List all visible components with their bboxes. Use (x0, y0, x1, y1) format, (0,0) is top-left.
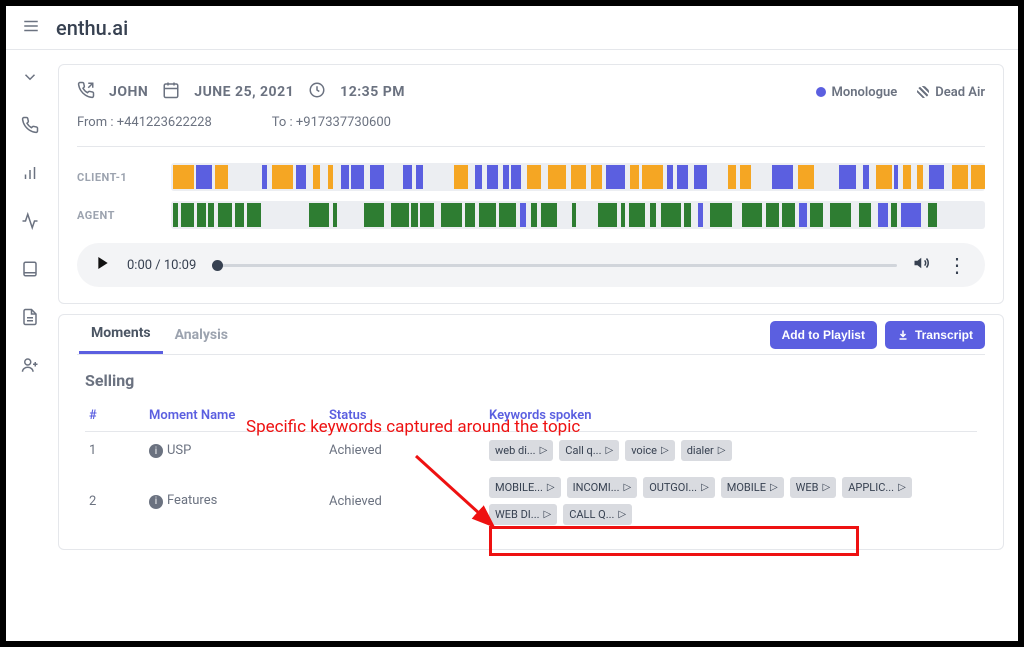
play-icon: ▷ (540, 445, 548, 456)
keyword-chip[interactable]: APPLIC...▷ (842, 477, 912, 498)
tab-moments[interactable]: Moments (79, 315, 163, 354)
legend-monologue: Monologue (816, 85, 898, 100)
keyword-chip[interactable]: voice▷ (625, 440, 675, 461)
bar-chart-icon[interactable] (21, 164, 39, 186)
keyword-chip[interactable]: Call q...▷ (559, 440, 619, 461)
play-icon: ▷ (618, 509, 626, 520)
track-client-label: CLIENT-1 (77, 171, 157, 184)
play-icon: ▷ (547, 482, 555, 493)
hamburger-icon[interactable] (22, 17, 40, 39)
play-icon: ▷ (898, 482, 906, 493)
legend-deadair: Dead Air (917, 85, 985, 100)
more-icon[interactable]: ⋮ (947, 255, 967, 275)
volume-icon[interactable] (913, 254, 931, 276)
keyword-chip[interactable]: CALL Q...▷ (563, 504, 632, 525)
brand-title: enthu.ai (56, 16, 128, 40)
annotation-arrow (406, 446, 506, 536)
keyword-chip[interactable]: WEB▷ (790, 477, 837, 498)
calendar-icon (162, 81, 180, 103)
table-row: 2iFeaturesAchievedMOBILE...▷INCOMI...▷OU… (85, 469, 977, 533)
phone-icon[interactable] (21, 116, 39, 138)
clock-icon (308, 81, 326, 103)
sidebar (6, 50, 54, 641)
track-client[interactable] (171, 163, 985, 191)
play-icon: ▷ (770, 482, 778, 493)
audio-time: 0:00 / 10:09 (127, 258, 196, 273)
keyword-chip[interactable]: OUTGOI...▷ (643, 477, 715, 498)
play-icon: ▷ (623, 482, 631, 493)
call-time: 12:35 PM (340, 84, 405, 100)
caller-name: JOHN (109, 84, 148, 100)
annotation-highlight (489, 526, 859, 556)
play-icon[interactable] (95, 255, 111, 275)
annotation-text: Specific keywords captured around the to… (246, 416, 616, 438)
activity-icon[interactable] (21, 212, 39, 234)
track-agent[interactable] (171, 201, 985, 229)
info-icon[interactable]: i (149, 495, 163, 509)
phone-out-icon (77, 81, 95, 103)
play-icon: ▷ (661, 445, 669, 456)
play-icon: ▷ (605, 445, 613, 456)
call-date: JUNE 25, 2021 (194, 84, 294, 100)
keyword-chip[interactable]: dialer▷ (681, 440, 732, 461)
info-icon[interactable]: i (149, 444, 163, 458)
play-icon: ▷ (544, 509, 552, 520)
play-icon: ▷ (823, 482, 831, 493)
keyword-chip[interactable]: MOBILE▷ (721, 477, 784, 498)
audio-seek[interactable] (212, 264, 897, 267)
from-number: From : +441223622228 (77, 115, 212, 130)
book-icon[interactable] (21, 260, 39, 282)
play-icon: ▷ (701, 482, 709, 493)
chevron-down-icon[interactable] (21, 68, 39, 90)
audio-player: 0:00 / 10:09 ⋮ (77, 243, 985, 287)
to-number: To : +917337730600 (272, 115, 391, 130)
play-icon: ▷ (718, 445, 726, 456)
call-summary-card: JOHN JUNE 25, 2021 12:35 PM Monologue De… (58, 64, 1004, 304)
track-agent-label: AGENT (77, 209, 157, 222)
tab-analysis[interactable]: Analysis (163, 317, 240, 353)
add-to-playlist-button[interactable]: Add to Playlist (770, 321, 877, 349)
keyword-chip[interactable]: INCOMI...▷ (567, 477, 638, 498)
file-icon[interactable] (21, 308, 39, 330)
transcript-button[interactable]: Transcript (885, 321, 985, 349)
users-icon[interactable] (21, 356, 39, 378)
section-title: Selling (85, 371, 977, 390)
